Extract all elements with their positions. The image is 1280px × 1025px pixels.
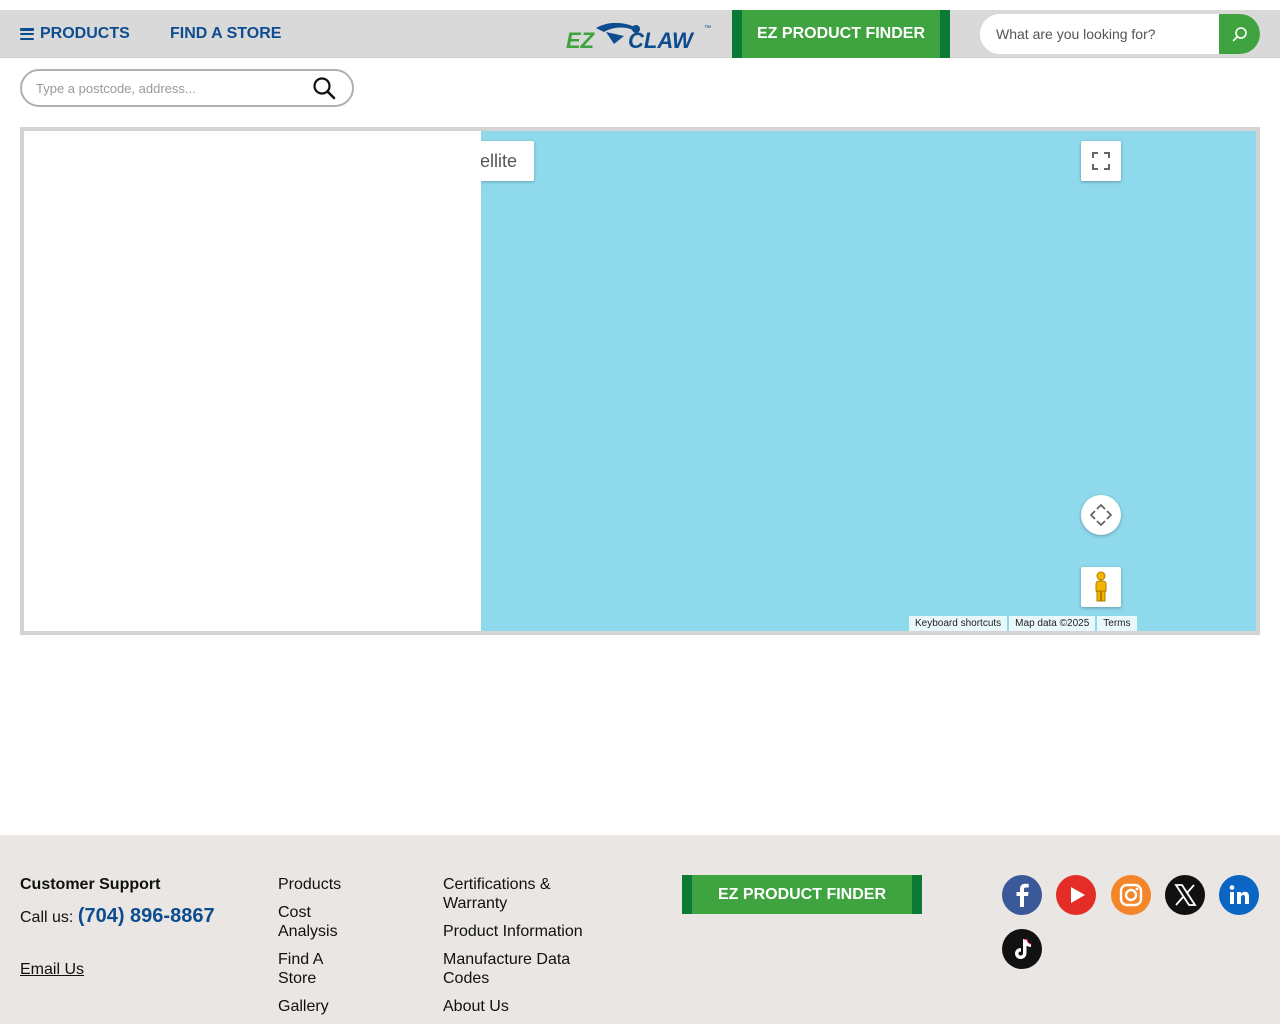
- footer-product-finder-button[interactable]: EZ PRODUCT FINDER: [682, 875, 922, 914]
- call-us-label: Call us:: [20, 909, 74, 926]
- store-locator-frame: ellite Keyboard shortcuts Map data ©2025…: [20, 127, 1260, 635]
- customer-support-heading: Customer Support: [20, 876, 161, 893]
- map-canvas[interactable]: ellite Keyboard shortcuts Map data ©2025…: [481, 131, 1256, 631]
- map-data-credit: Map data ©2025: [1009, 616, 1096, 631]
- locator-search-button[interactable]: [312, 76, 336, 100]
- footer-link-find-a-store[interactable]: Find A Store: [278, 950, 358, 988]
- tiktok-icon: [1015, 939, 1032, 959]
- youtube-link[interactable]: [1056, 875, 1096, 915]
- instagram-link[interactable]: [1111, 875, 1151, 915]
- search-icon: [1232, 27, 1247, 42]
- ez-product-finder-button[interactable]: EZ PRODUCT FINDER: [732, 10, 950, 58]
- tiktok-link[interactable]: [1002, 929, 1042, 969]
- store-locator-search: [20, 69, 354, 107]
- facebook-icon: [1016, 883, 1029, 907]
- store-results-panel: [24, 131, 481, 631]
- street-view-pegman[interactable]: [1081, 567, 1121, 607]
- move-arrows-icon: [1090, 504, 1112, 526]
- fullscreen-icon: [1092, 152, 1110, 170]
- products-menu-label: PRODUCTS: [40, 25, 130, 42]
- footer-link-manufacture-data-codes[interactable]: Manufacture Data Codes: [443, 950, 603, 988]
- map-attribution: Keyboard shortcuts Map data ©2025 Terms: [909, 616, 1137, 631]
- site-search-button[interactable]: [1219, 14, 1260, 54]
- x-twitter-link[interactable]: [1165, 875, 1205, 915]
- site-footer: Customer Support Call us: (704) 896-8867…: [0, 835, 1280, 1024]
- site-search-input[interactable]: [980, 14, 1220, 54]
- call-us: Call us: (704) 896-8867: [20, 904, 220, 930]
- x-twitter-icon: [1174, 884, 1197, 906]
- facebook-link[interactable]: [1002, 875, 1042, 915]
- hamburger-icon: [20, 28, 34, 40]
- linkedin-link[interactable]: [1219, 875, 1259, 915]
- instagram-icon: [1119, 883, 1143, 907]
- top-nav-bar: PRODUCTS FIND A STORE EZ CLAW ™ EZ PRODU…: [0, 10, 1280, 58]
- footer-links-column-2: Certifications & Warranty Product Inform…: [443, 875, 603, 1025]
- footer-link-cost-analysis[interactable]: Cost Analysis: [278, 903, 358, 941]
- footer-link-certifications[interactable]: Certifications & Warranty: [443, 875, 603, 913]
- pegman-icon: [1095, 571, 1107, 602]
- map-type-satellite-button[interactable]: ellite: [481, 141, 534, 181]
- map-terms-link[interactable]: Terms: [1097, 616, 1137, 631]
- logo-ez-text: EZ: [566, 28, 596, 52]
- logo-claw-text: CLAW: [628, 28, 695, 52]
- site-search: [980, 14, 1260, 54]
- keyboard-shortcuts-link[interactable]: Keyboard shortcuts: [909, 616, 1008, 631]
- footer-links-column-1: Products Cost Analysis Find A Store Gall…: [278, 875, 358, 1025]
- magnifier-icon: [313, 77, 336, 100]
- logo-trademark: ™: [704, 25, 711, 32]
- footer-link-product-information[interactable]: Product Information: [443, 922, 603, 941]
- products-menu-button[interactable]: PRODUCTS: [20, 10, 130, 58]
- fullscreen-button[interactable]: [1081, 141, 1121, 181]
- footer-link-about-us[interactable]: About Us: [443, 997, 603, 1016]
- linkedin-icon: [1229, 885, 1249, 904]
- phone-number-link[interactable]: (704) 896-8867: [78, 905, 215, 927]
- email-us-link[interactable]: Email Us: [20, 961, 84, 979]
- youtube-icon: [1071, 887, 1085, 903]
- footer-link-products[interactable]: Products: [278, 875, 358, 894]
- postcode-address-input[interactable]: [36, 78, 306, 98]
- footer-link-gallery[interactable]: Gallery: [278, 997, 358, 1016]
- camera-control-button[interactable]: [1081, 495, 1121, 535]
- ez-claw-logo[interactable]: EZ CLAW ™: [566, 18, 712, 53]
- find-a-store-link[interactable]: FIND A STORE: [170, 10, 281, 58]
